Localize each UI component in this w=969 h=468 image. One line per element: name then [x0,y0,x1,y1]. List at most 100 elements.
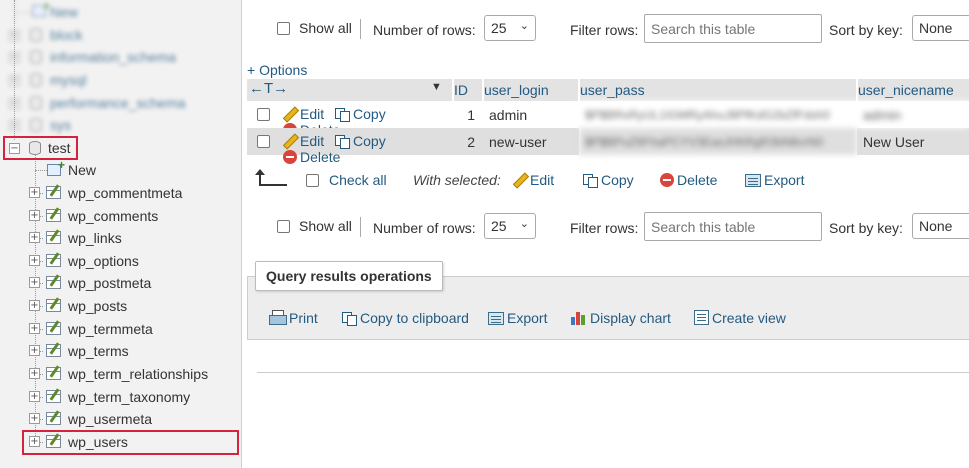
copy-to-clipboard-button[interactable]: Copy to clipboard [341,310,469,326]
query-results-operations-title: Query results operations [255,261,443,291]
result-table: ←T→ ▼ ID user_login user_pass user_nicen… [247,79,969,165]
filter-rows-label: Filter rows: [570,220,639,236]
bulk-copy-button[interactable]: Copy [582,172,634,188]
bulk-export-button[interactable]: Export [745,172,804,188]
column-arrows-icon[interactable]: ←T→ [249,80,288,97]
column-header-id[interactable]: ID [452,79,483,101]
number-of-rows-select[interactable]: 25 ⌄ [484,213,536,239]
nav-item-database[interactable]: + block [0,24,240,46]
copy-button[interactable]: Copy [334,133,386,149]
table-name-label: wp_termmeta [68,321,153,337]
nav-item-database[interactable]: + sys [0,114,240,136]
table-icon [46,342,61,357]
bulk-edit-label: Edit [530,172,555,188]
expand-icon[interactable]: + [29,413,40,424]
edit-button[interactable]: Edit [283,133,324,149]
delete-button[interactable]: Delete [283,149,340,165]
edit-button[interactable]: Edit [283,106,324,122]
column-header-user-pass[interactable]: user_pass [578,79,857,101]
check-all-checkbox[interactable] [306,174,319,187]
table-icon [46,410,61,425]
nav-item-new-database[interactable]: New [0,0,240,23]
sort-by-key-select[interactable]: None [912,15,969,41]
export-icon [745,174,761,187]
expand-icon[interactable]: + [29,210,40,221]
table-row: Edit Copy Delete 1 admin $P$BRxRyUL1IGMR… [247,101,969,138]
expand-icon[interactable]: + [29,277,40,288]
cell-user-nicename[interactable]: admin [857,101,969,128]
cell-id[interactable]: 1 [453,101,483,128]
create-view-button[interactable]: Create view [694,310,786,326]
table-name-label: wp_links [68,230,122,246]
nav-item-label: performance_schema [50,95,186,111]
cell-id[interactable]: 2 [453,128,483,155]
expand-icon[interactable]: + [29,345,40,356]
table-name-label: wp_term_taxonomy [68,389,191,405]
nav-item-table-wp-commentmeta[interactable]: + wp_commentmeta [0,182,240,204]
nav-item-table-wp-options[interactable]: + wp_options [0,250,240,272]
show-all-label[interactable]: Show all [299,20,352,36]
table-icon [46,207,61,222]
tree-line [14,0,15,140]
cell-user-pass[interactable]: $P$BRxRyUL1IGMRyAhuJ8PfKdG2bZfFdsh0 [579,101,857,128]
highlight-box [22,430,239,455]
bulk-copy-label: Copy [601,172,634,188]
copy-icon [341,311,357,326]
expand-icon[interactable]: + [29,391,40,402]
row-checkbox[interactable] [257,135,270,148]
cell-user-login[interactable]: new-user [483,128,579,155]
print-label: Print [289,310,318,326]
expand-icon[interactable]: + [29,323,40,334]
nav-item-table-wp-usermeta[interactable]: + wp_usermeta [0,408,240,430]
cell-user-login[interactable]: admin [483,101,579,128]
sort-by-key-select[interactable]: None [912,213,969,239]
filter-rows-label: Filter rows: [570,22,639,38]
nav-item-new-table[interactable]: New [0,158,240,181]
cell-user-pass[interactable]: $P$BPuZ6FhaPCYV3EasJHhRgR3bN8crN0 [579,128,857,155]
expand-icon[interactable]: + [29,255,40,266]
check-all-label[interactable]: Check all [329,172,387,188]
expand-icon[interactable]: + [29,368,40,379]
nav-item-table-wp-posts[interactable]: + wp_posts [0,295,240,317]
bulk-delete-label: Delete [677,172,718,188]
database-icon [30,118,42,132]
print-button[interactable]: Print [269,310,318,326]
nav-item-database[interactable]: + performance_schema [0,92,240,114]
highlight-box [3,136,78,160]
expand-icon[interactable]: + [29,232,40,243]
dropdown-triangle-icon[interactable]: ▼ [431,81,442,93]
options-link[interactable]: + Options [247,62,307,78]
filter-rows-input[interactable]: Search this table [644,14,822,43]
row-checkbox[interactable] [257,108,270,121]
column-header-user-login[interactable]: user_login [482,79,579,101]
show-all-checkbox[interactable] [277,22,290,35]
copy-button[interactable]: Copy [334,106,386,122]
table-name-label: wp_comments [68,208,159,224]
filter-rows-input[interactable]: Search this table [644,212,822,241]
bulk-edit-button[interactable]: Edit [513,172,554,188]
table-icon [46,229,61,244]
bulk-delete-button[interactable]: Delete [660,172,717,188]
nav-item-table-wp-links[interactable]: + wp_links [0,227,240,249]
nav-item-table-wp-termmeta[interactable]: + wp_termmeta [0,318,240,340]
table-name-label: wp_terms [68,343,129,359]
show-all-checkbox[interactable] [277,220,290,233]
display-chart-button[interactable]: Display chart [571,310,671,326]
nav-item-database[interactable]: + mysql [0,69,240,91]
cell-user-nicename[interactable]: New User [857,128,969,155]
table-header-row: ←T→ ▼ ID user_login user_pass user_nicen… [247,79,969,101]
nav-item-label: information_schema [50,49,177,65]
nav-item-table-wp-term-taxonomy[interactable]: + wp_term_taxonomy [0,386,240,408]
nav-item-database[interactable]: + information_schema [0,46,240,68]
expand-icon[interactable]: + [29,300,40,311]
number-of-rows-select[interactable]: 25 ⌄ [484,15,536,41]
nav-item-table-wp-comments[interactable]: + wp_comments [0,205,240,227]
nav-item-label: New [68,162,97,178]
nav-item-table-wp-terms[interactable]: + wp_terms [0,340,240,362]
column-header-user-nicename[interactable]: user_nicename [856,79,969,101]
show-all-label[interactable]: Show all [299,218,352,234]
expand-icon[interactable]: + [29,187,40,198]
export-button[interactable]: Export [488,310,547,326]
nav-item-table-wp-postmeta[interactable]: + wp_postmeta [0,272,240,294]
nav-item-table-wp-term-relationships[interactable]: + wp_term_relationships [0,363,240,385]
